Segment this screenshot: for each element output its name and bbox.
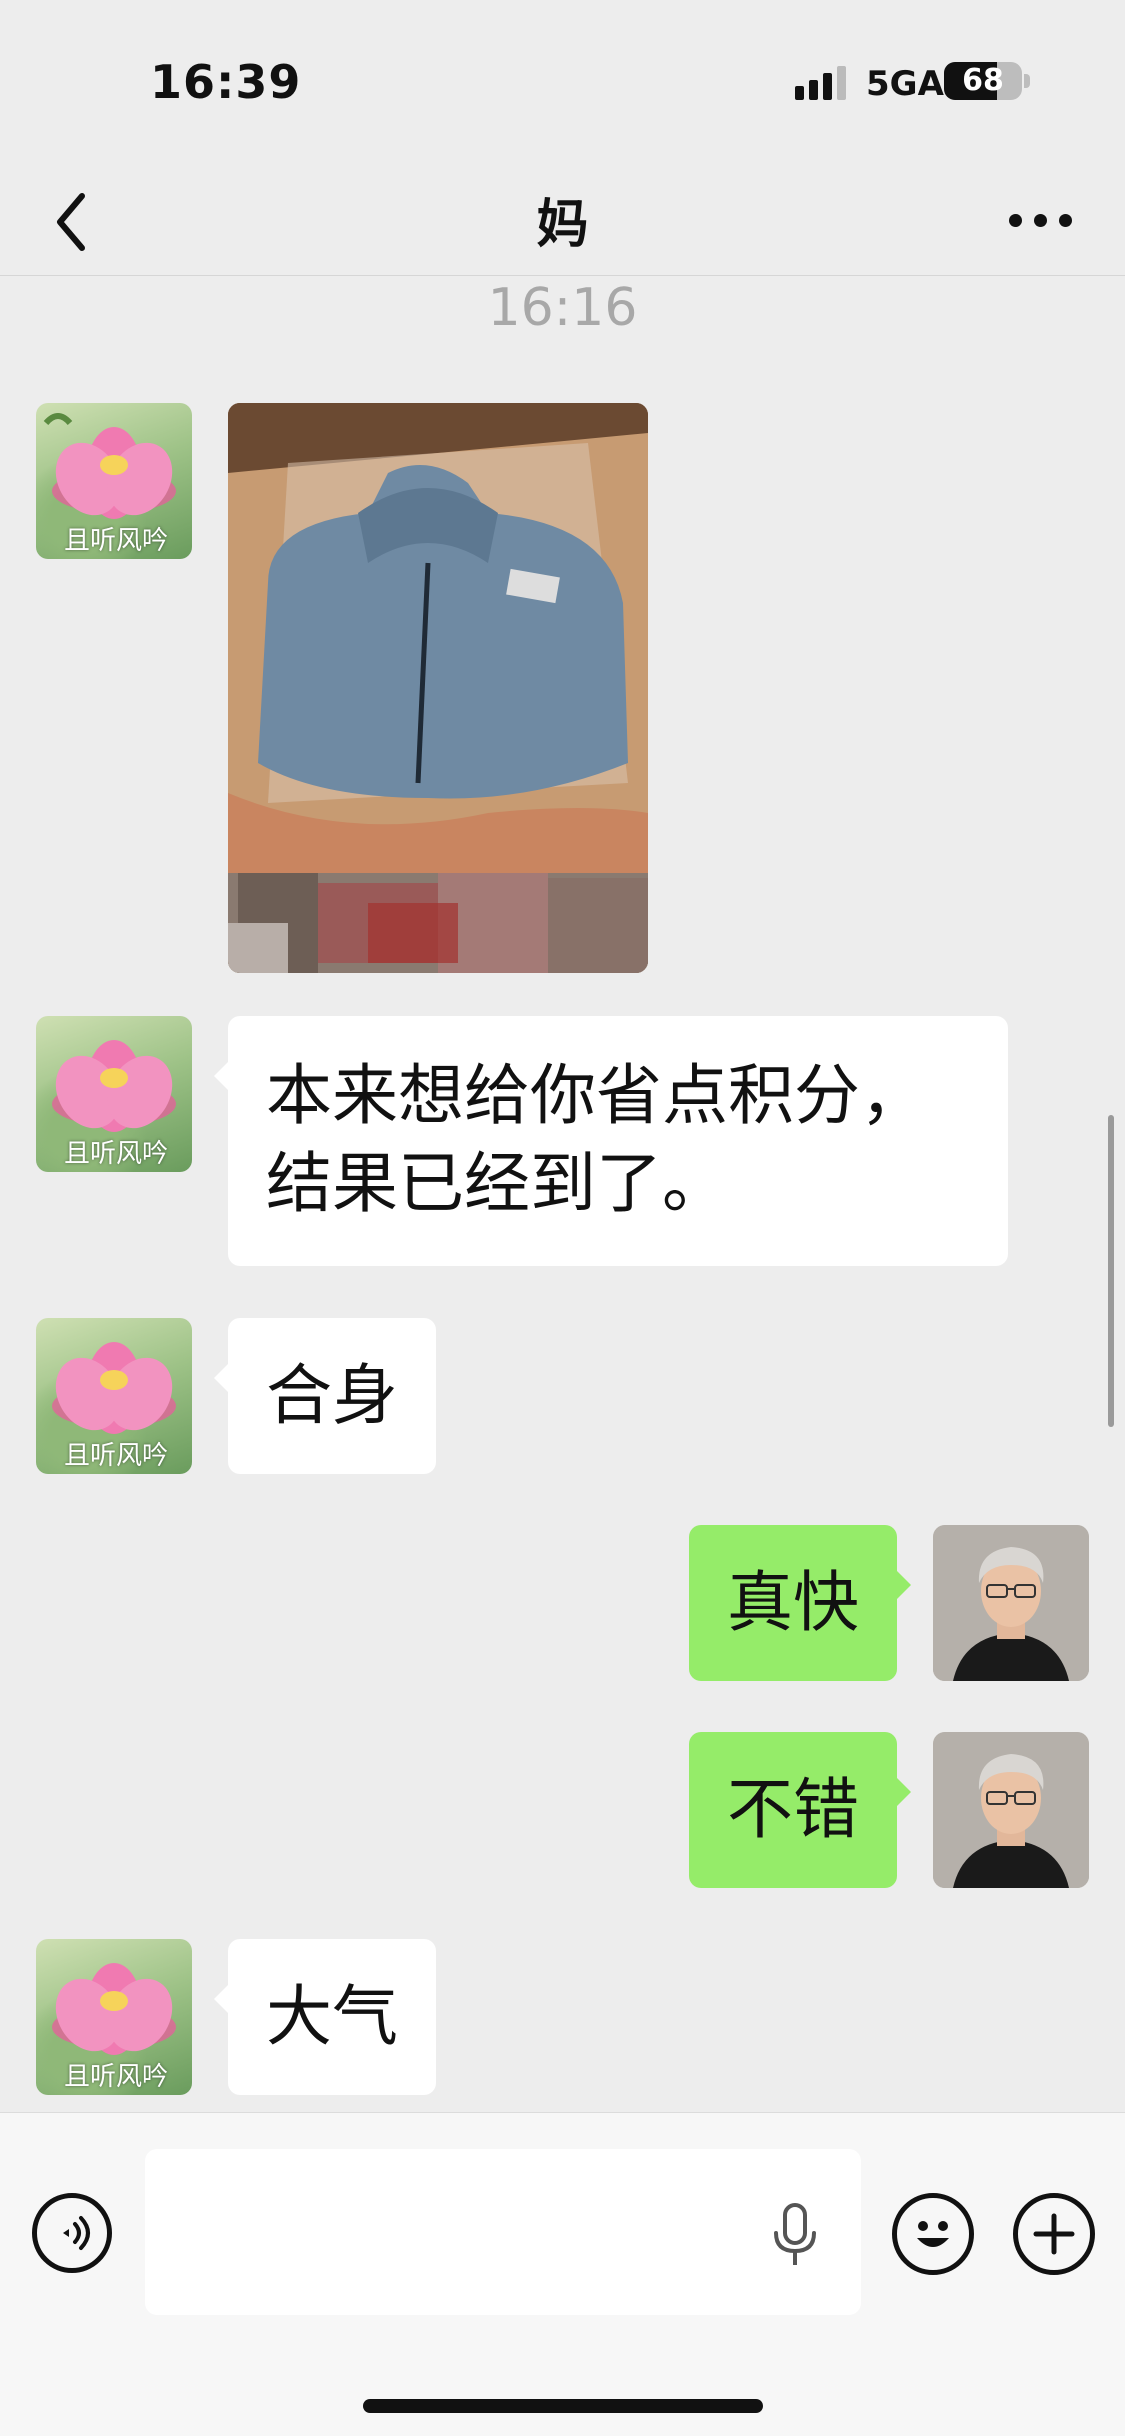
self-avatar[interactable] [933, 1525, 1089, 1681]
status-bar: 16:39 5GA 68 [0, 0, 1125, 160]
message-text: 合身 [266, 1357, 398, 1434]
plus-icon [1033, 2213, 1075, 2255]
jacket-photo [228, 403, 648, 973]
contact-avatar[interactable]: 且听风吟 [36, 403, 192, 559]
more-button[interactable] [995, 190, 1085, 250]
battery-percent: 68 [962, 63, 1004, 98]
avatar-caption: 且听风吟 [64, 1441, 169, 1471]
message-bubble[interactable]: 合身 [214, 1318, 436, 1474]
signal-icon [795, 66, 846, 100]
network-type: 5GA [866, 64, 944, 104]
contact-avatar[interactable]: 且听风吟 [36, 1318, 192, 1474]
person-image [933, 1525, 1089, 1681]
message-text: 真快 [727, 1564, 859, 1641]
home-indicator[interactable] [363, 2399, 763, 2413]
message-text: 不错 [727, 1771, 859, 1848]
image-message[interactable] [228, 403, 648, 973]
self-avatar[interactable] [933, 1732, 1089, 1888]
chat-header: 妈 [0, 160, 1125, 276]
microphone-button[interactable] [770, 2201, 820, 2271]
person-image [933, 1732, 1089, 1888]
avatar-caption: 且听风吟 [64, 2062, 169, 2092]
scrollbar[interactable] [1108, 1115, 1114, 1427]
battery-icon: 68 [944, 62, 1022, 100]
status-time: 16:39 [150, 55, 302, 109]
chat-title[interactable]: 妈 [0, 182, 1125, 257]
message-text-line: 结果已经到了。 [266, 1145, 728, 1222]
avatar-caption: 且听风吟 [64, 526, 169, 556]
message-bubble[interactable]: 大气 [214, 1939, 436, 2095]
message-timestamp: 16:16 [487, 278, 638, 338]
plus-button[interactable] [1013, 2193, 1095, 2275]
message-bubble-self[interactable]: 真快 [689, 1525, 911, 1681]
ellipsis-icon [1008, 213, 1022, 227]
message-bubble-self[interactable]: 不错 [689, 1732, 911, 1888]
message-text: 大气 [266, 1978, 398, 2055]
microphone-icon [774, 2203, 816, 2265]
input-bar [0, 2112, 1125, 2436]
ellipsis-dot [1058, 213, 1072, 227]
avatar-caption: 且听风吟 [64, 1139, 169, 1169]
message-input[interactable] [145, 2149, 861, 2315]
emoji-button[interactable] [892, 2193, 974, 2275]
emoji-icon [917, 2221, 949, 2247]
ellipsis-dot [1033, 213, 1047, 227]
contact-avatar[interactable]: 且听风吟 [36, 1939, 192, 2095]
voice-mode-icon [63, 2216, 90, 2250]
voice-mode-button[interactable] [32, 2193, 112, 2273]
contact-avatar[interactable]: 且听风吟 [36, 1016, 192, 1172]
battery-cap [1024, 74, 1030, 88]
message-text-line: 本来想给你省点积分， [266, 1057, 926, 1134]
message-bubble[interactable]: 本来想给你省点积分， 结果已经到了。 [214, 1016, 1008, 1266]
